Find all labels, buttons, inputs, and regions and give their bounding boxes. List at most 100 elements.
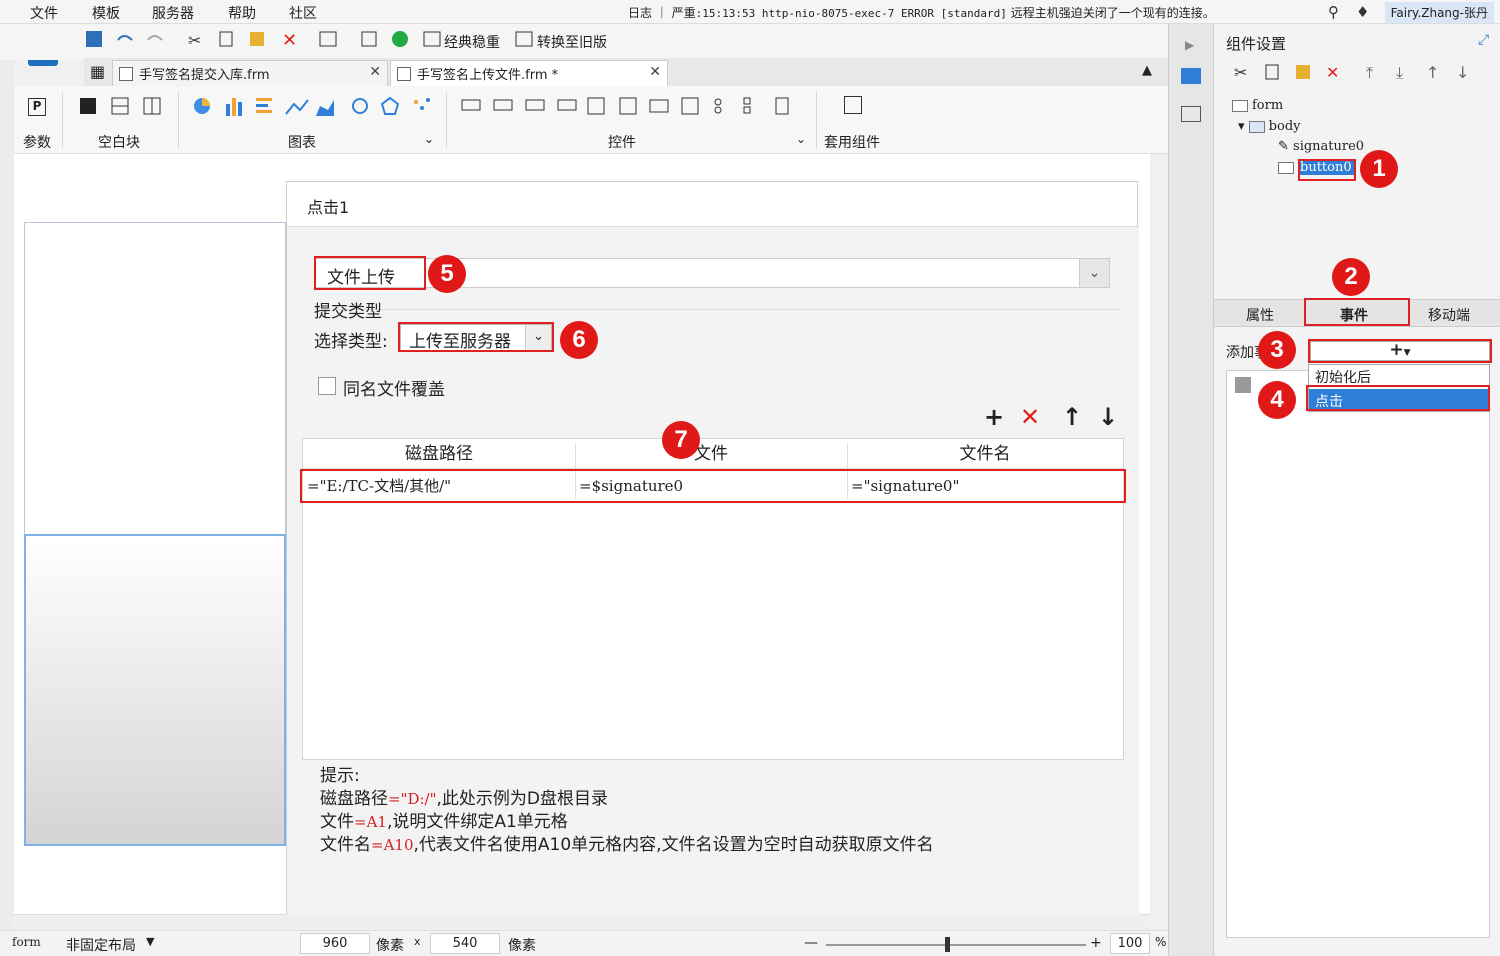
tree-signature0[interactable]: ✎ signature0 — [1278, 139, 1364, 154]
tab-file-1[interactable]: 手写签名提交入库.frm ✕ — [112, 60, 388, 86]
widget-icons[interactable] — [460, 96, 790, 118]
tab-file-2[interactable]: 手写签名上传文件.frm * ✕ — [390, 60, 668, 86]
panel-toolbar[interactable]: ✂ ✕ ⤒ ⤓ ↑ ↓ — [1232, 62, 1482, 84]
main-toolbar: ✂ ✕ 经典稳重 转换至旧版 — [0, 24, 1168, 60]
menu-community[interactable]: 社区 — [289, 3, 317, 23]
user-badge[interactable]: Fairy.Zhang-张丹 — [1384, 2, 1494, 23]
tree-form[interactable]: form — [1232, 98, 1283, 113]
redo-icon — [147, 35, 163, 41]
hint-title: 提示: — [320, 766, 360, 786]
layout-select[interactable]: 非固定布局 — [66, 935, 136, 955]
overwrite-checkbox[interactable] — [318, 377, 336, 395]
param-icon[interactable]: P — [28, 98, 46, 116]
chart-icons[interactable] — [190, 94, 440, 120]
check-icon — [392, 31, 408, 47]
bell-icon[interactable]: ♦ — [1356, 3, 1369, 21]
column-header: 文件名 — [847, 439, 1123, 469]
menu-file[interactable]: 文件 — [30, 3, 58, 23]
chevron-down-icon[interactable]: ⌄ — [1079, 259, 1109, 287]
chevron-down-icon[interactable]: ⌄ — [424, 132, 434, 146]
dialog-title: 点击1 — [307, 198, 350, 217]
highlight-5 — [314, 256, 426, 290]
undo-icon — [117, 35, 133, 41]
divider — [314, 309, 1120, 310]
copy-icon — [1265, 64, 1279, 80]
component-settings-icon[interactable] — [1181, 68, 1201, 84]
badge-3: 3 — [1258, 331, 1296, 369]
menu-help[interactable]: 帮助 — [228, 3, 256, 23]
cut-icon: ✂ — [1234, 63, 1247, 82]
delete-icon: ✕ — [282, 30, 297, 51]
percent-label: % — [1155, 935, 1167, 949]
close-icon[interactable]: ✕ — [369, 64, 381, 80]
log-status[interactable]: 日志 ｜ 严重:15:13:53 http-nio-8075-exec-7 ER… — [628, 4, 1215, 21]
pin-icon[interactable]: ▲ — [1142, 63, 1152, 78]
layout-icon[interactable] — [1181, 106, 1201, 122]
side-toolstrip: ▶ — [1168, 24, 1214, 956]
menu-bar: 文件 模板 服务器 帮助 社区 日志 ｜ 严重:15:13:53 http-ni… — [0, 0, 1500, 24]
component-settings-panel: 组件设置 ⤢ ✂ ✕ ⤒ ⤓ ↑ ↓ form ▾ body ✎ signatu… — [1214, 24, 1500, 956]
badge-5: 5 — [428, 255, 466, 293]
file-icon — [397, 67, 411, 81]
horizontal-scrollbar[interactable] — [14, 914, 1150, 930]
badge-2: 2 — [1332, 258, 1370, 296]
ribbon-param-label: 参数 — [23, 135, 51, 151]
highlight-4 — [1306, 385, 1490, 411]
zoom-in-button[interactable]: + — [1090, 935, 1102, 951]
column-header: 文件 — [575, 439, 847, 469]
grid-icon[interactable]: ▦ — [90, 62, 105, 81]
expand-icon[interactable]: ⤢ — [1478, 32, 1489, 48]
delete-row-icon[interactable]: ✕ — [1020, 403, 1040, 431]
chevron-down-icon[interactable]: ⌄ — [796, 132, 806, 146]
up-icon: ↑ — [1426, 63, 1439, 82]
zoom-out-button[interactable]: — — [804, 935, 818, 951]
move-down-icon[interactable]: ↓ — [1098, 403, 1118, 431]
event-option-init[interactable]: 初始化后 — [1309, 365, 1489, 387]
debug-icon — [361, 31, 377, 47]
template-component-icon[interactable] — [844, 96, 862, 114]
highlight-6 — [398, 322, 554, 352]
vertical-scrollbar[interactable] — [1150, 154, 1168, 914]
copy-icon[interactable] — [1235, 377, 1251, 393]
mode-label: form — [12, 935, 41, 949]
move-up-icon[interactable]: ↑ — [1062, 403, 1082, 431]
blank-block-icons[interactable] — [76, 96, 176, 120]
tab-mobile[interactable]: 移动端 — [1428, 305, 1470, 325]
cut-icon: ✂ — [188, 31, 201, 50]
close-icon[interactable]: ✕ — [649, 64, 661, 80]
select-type-label: 选择类型: — [314, 332, 388, 352]
chevron-right-icon[interactable]: ▶ — [1185, 38, 1194, 52]
zoom-input[interactable]: 100 — [1110, 933, 1150, 954]
chevron-down-icon[interactable]: ▼ — [146, 935, 154, 948]
search-icon[interactable]: ⚲ — [1328, 3, 1339, 21]
hint-text: 提示: 磁盘路径="D:/",此处示例为D盘根目录 文件=A1,说明文件绑定A1… — [320, 766, 934, 855]
paste-icon — [250, 32, 264, 46]
highlight-7 — [300, 469, 1126, 503]
zoom-slider[interactable] — [826, 944, 1086, 946]
convert-label[interactable]: 转换至旧版 — [537, 32, 607, 52]
ribbon-template-label: 套用组件 — [824, 135, 880, 151]
zoom-slider-thumb[interactable] — [945, 937, 950, 952]
button-preview[interactable] — [24, 534, 286, 846]
menu-template[interactable]: 模板 — [92, 3, 120, 23]
highlight-2 — [1304, 298, 1410, 326]
widget-ribbon: P 参数 空白块 图表 ⌄ 控件 ⌄ 套用组件 — [14, 86, 1168, 154]
ribbon-chart-label: 图表 — [288, 135, 316, 151]
highlight-3 — [1308, 339, 1492, 363]
ribbon-widget-label: 控件 — [608, 135, 636, 151]
tree-body[interactable]: ▾ body — [1238, 119, 1301, 134]
height-input[interactable]: 540 — [430, 933, 500, 954]
add-row-icon[interactable]: + — [984, 403, 1004, 431]
convert-icon — [515, 31, 533, 47]
tab-properties[interactable]: 属性 — [1246, 305, 1274, 325]
file-tabs: ▦ 手写签名提交入库.frm ✕ 手写签名上传文件.frm * ✕ ▲ — [84, 58, 1168, 86]
unit-label: 像素 — [376, 938, 404, 954]
log-detail: :15:13:53 http-nio-8075-exec-7 ERROR [st… — [695, 7, 1007, 20]
width-input[interactable]: 960 — [300, 933, 370, 954]
top-icon: ⤒ — [1366, 63, 1373, 82]
theme-label[interactable]: 经典稳重 — [444, 32, 500, 52]
save-icon — [86, 31, 102, 47]
menu-server[interactable]: 服务器 — [152, 3, 194, 23]
tab-label: 手写签名提交入库.frm — [139, 68, 270, 83]
badge-7: 7 — [662, 421, 700, 459]
